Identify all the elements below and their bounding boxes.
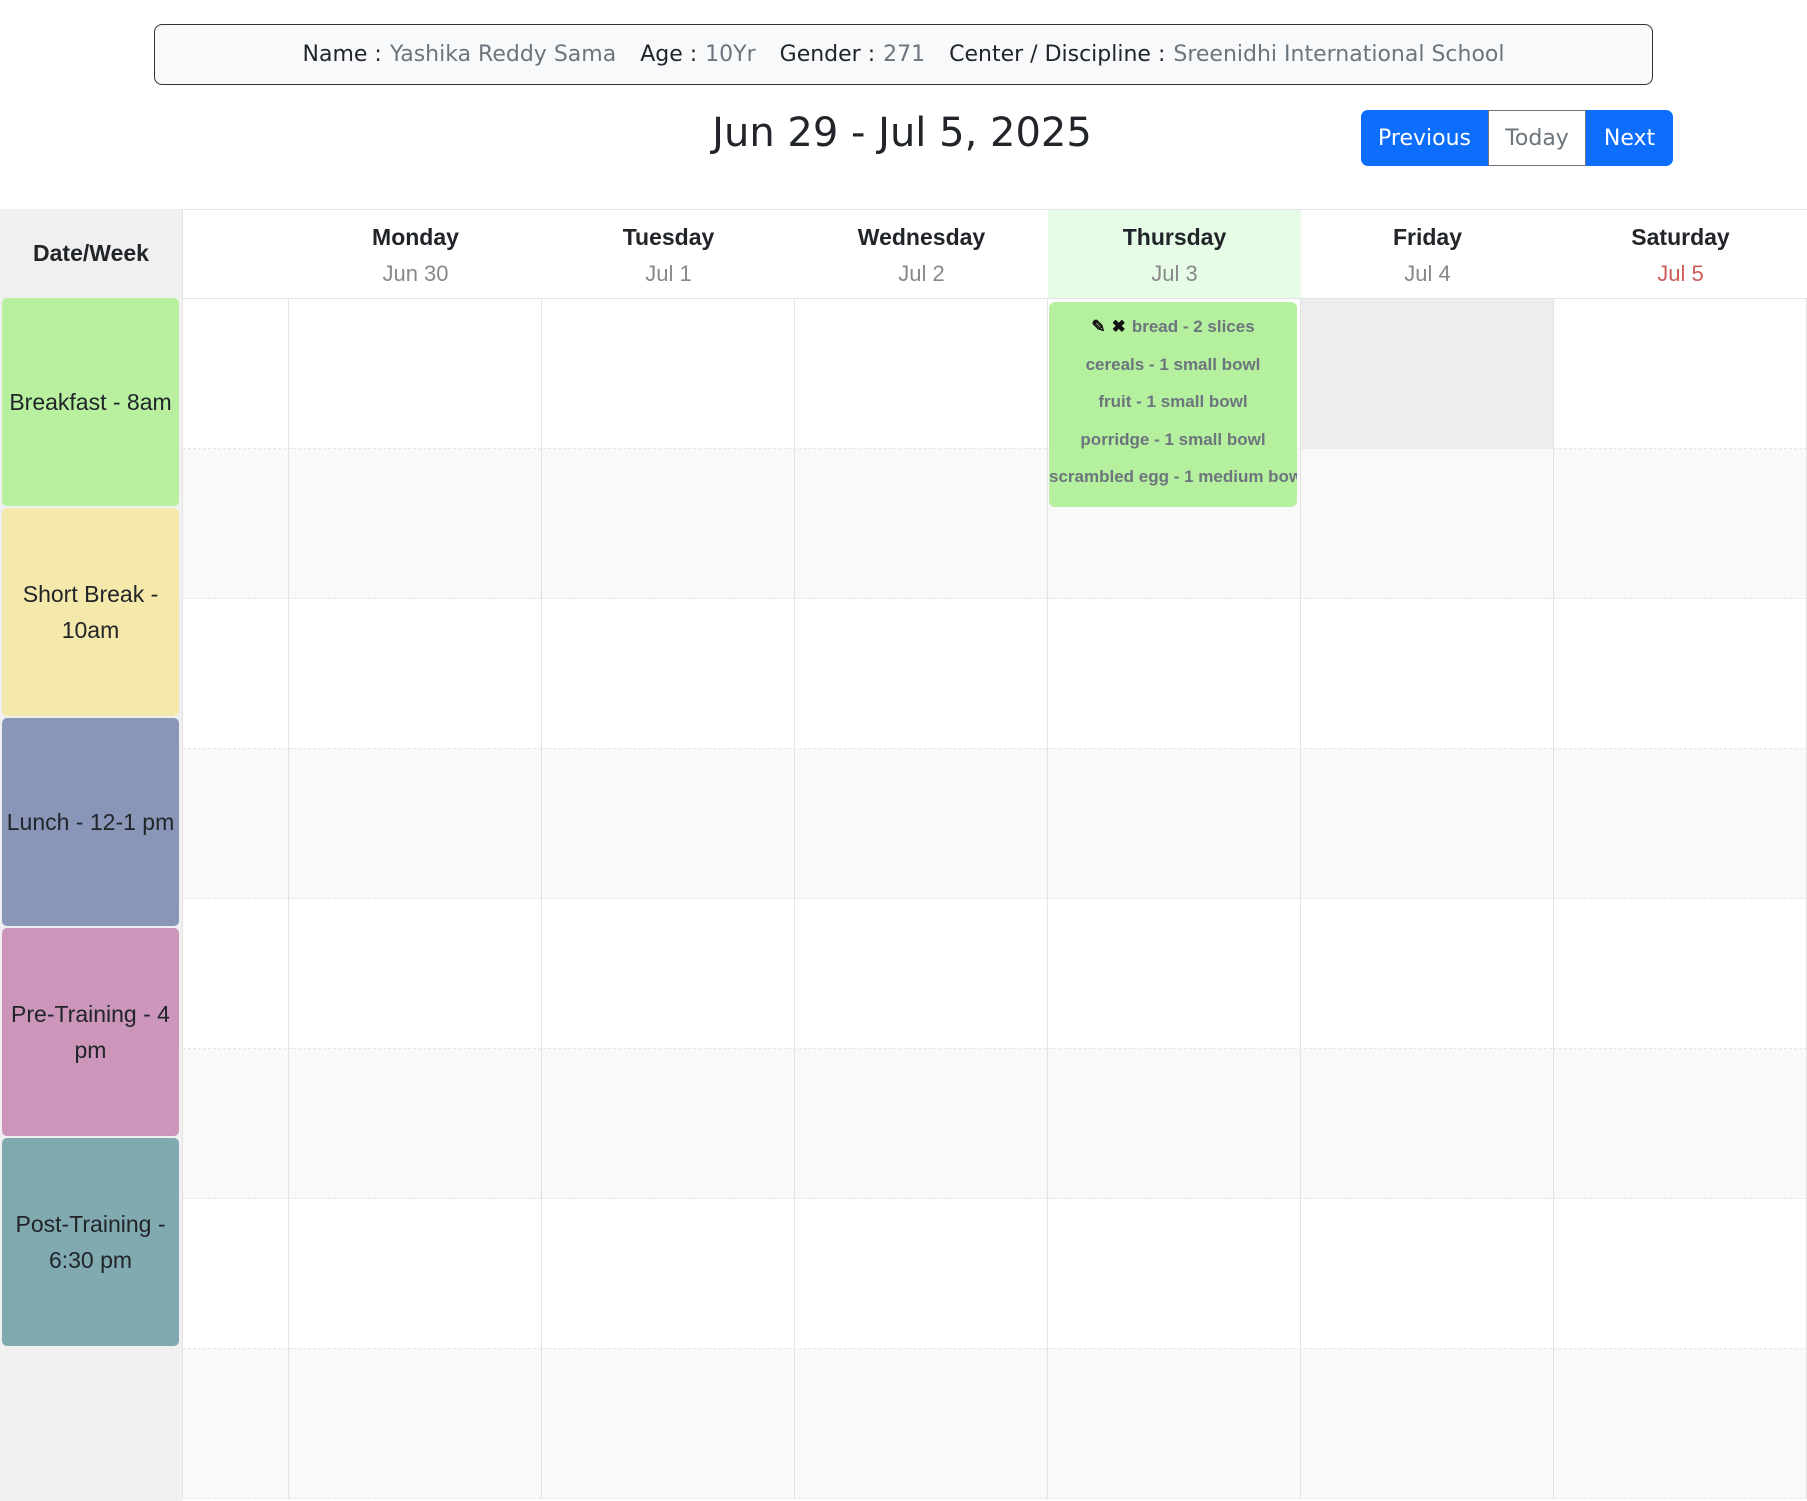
day-header-saturday: Saturday Jul 5: [1554, 210, 1807, 299]
event-item: fruit - 1 small bowl: [1098, 392, 1248, 411]
day-header-monday: Monday Jun 30: [289, 210, 542, 299]
day-date: Jun 30: [382, 261, 449, 286]
name-value: Yashika Reddy Sama: [389, 42, 617, 67]
day-header-wednesday: Wednesday Jul 2: [795, 210, 1048, 299]
meal-slot-label: Short Break - 10am: [2, 508, 179, 716]
day-name: Tuesday: [622, 224, 715, 250]
center-value: Sreenidhi International School: [1173, 42, 1505, 67]
event-item: boiled egg - 2 no or omelette: [1049, 496, 1297, 508]
day-name: Saturday: [1631, 224, 1730, 250]
meal-slot-label: Lunch - 12-1 pm: [2, 718, 179, 926]
day-column[interactable]: [795, 210, 1048, 1499]
calendar-grid: Monday Jun 30 Tuesday Jul 1 Wednesday Jul 2 Th…: [182, 209, 1807, 1499]
day-date: Jul 4: [1404, 261, 1451, 286]
day-date: Jul 2: [898, 261, 945, 286]
day-name: Friday: [1392, 224, 1463, 250]
event-item: porridge - 1 small bowl: [1080, 429, 1266, 449]
gutter-header: [183, 210, 289, 299]
meal-slot-label: Post-Training - 6:30 pm: [2, 1138, 179, 1346]
day-header-tuesday: Tuesday Jul 1: [542, 210, 795, 299]
breakfast-event-thursday[interactable]: ✎ ✖ bread - 2 slices cereals - 1 small bow…: [1049, 302, 1297, 507]
close-delete-icon[interactable]: ✖: [1112, 317, 1126, 336]
age-label: Age :: [640, 42, 698, 67]
day-date: Jul 3: [1151, 261, 1198, 286]
highlighted-cell[interactable]: [1301, 299, 1553, 449]
day-name: Monday: [372, 224, 459, 250]
meal-slot-label: Pre-Training - 4 pm: [2, 928, 179, 1136]
day-date: Jul 1: [645, 261, 692, 286]
date-week-header: Date/Week: [33, 240, 149, 266]
student-info-bar: Name : Yashika Reddy Sama Age : 10Yr Gende…: [154, 24, 1653, 85]
day-column[interactable]: [542, 210, 795, 1499]
day-header-thursday: Thursday Jul 3: [1048, 210, 1301, 299]
day-column[interactable]: [1554, 210, 1807, 1499]
today-button[interactable]: Today: [1488, 110, 1586, 166]
event-item: cereals - 1 small bowl: [1085, 354, 1261, 374]
age-value: 10Yr: [705, 42, 756, 67]
gender-label: Gender :: [779, 42, 876, 67]
meal-slot-label: Breakfast - 8am: [2, 298, 179, 506]
day-name: Wednesday: [857, 224, 986, 250]
center-label: Center / Discipline :: [949, 42, 1166, 67]
next-button[interactable]: Next: [1586, 110, 1673, 166]
day-date: Jul 5: [1657, 261, 1704, 286]
nav-button-group: Previous Today Next: [1361, 110, 1673, 166]
day-name: Thursday: [1122, 224, 1227, 250]
day-header-friday: Friday Jul 4: [1301, 210, 1554, 299]
week-title: Jun 29 - Jul 5, 2025: [712, 110, 1092, 156]
time-gutter: [183, 210, 289, 1499]
event-item: scrambled egg - 1 medium bowl: [1049, 467, 1297, 486]
event-item: bread - 2 slices: [1131, 317, 1255, 336]
previous-button[interactable]: Previous: [1361, 110, 1488, 166]
day-column[interactable]: [289, 210, 542, 1499]
pencil-edit-icon[interactable]: ✎: [1091, 317, 1105, 336]
name-label: Name :: [302, 42, 382, 67]
gender-value: 271: [883, 42, 926, 67]
